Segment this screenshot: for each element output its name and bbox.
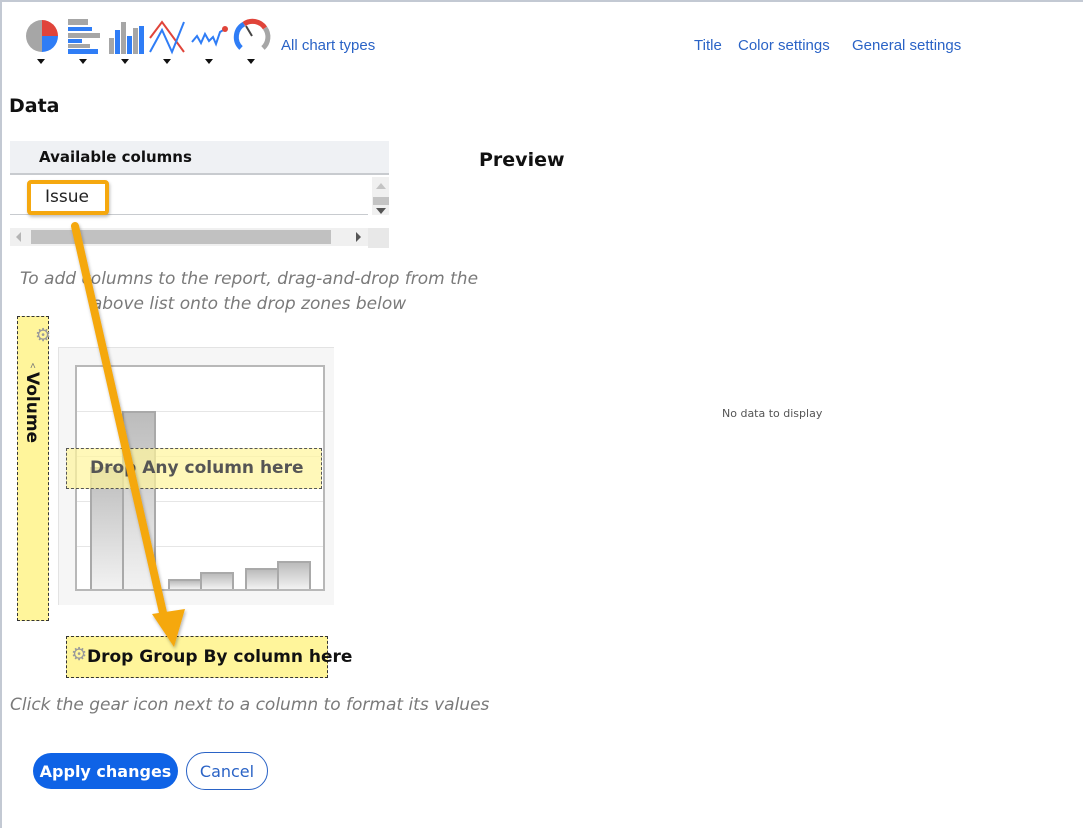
preview-heading: Preview	[479, 149, 565, 171]
cancel-button[interactable]: Cancel	[186, 752, 268, 790]
scroll-thumb[interactable]	[31, 230, 331, 244]
data-heading: Data	[9, 95, 60, 117]
column-item-issue[interactable]: Issue	[27, 180, 109, 215]
scroll-down-icon[interactable]	[376, 208, 386, 214]
x-axis-drop-label: Drop Any column here	[90, 458, 304, 478]
scroll-left-icon[interactable]	[16, 232, 21, 242]
y-axis-drop-zone[interactable]: ˄ Volume	[17, 316, 49, 621]
column-chart-icon	[109, 22, 144, 54]
gear-hint: Click the gear icon next to a column to …	[10, 695, 490, 715]
chart-type-line[interactable]	[148, 16, 188, 66]
pie-chart-icon	[26, 20, 58, 52]
chevron-down-icon[interactable]	[205, 59, 213, 64]
available-columns-header: Available columns	[10, 141, 389, 175]
list-item[interactable]: Issue	[10, 177, 368, 215]
title-link[interactable]: Title	[694, 37, 722, 54]
scroll-right-icon[interactable]	[356, 232, 361, 242]
chevron-down-icon[interactable]	[163, 59, 171, 64]
chevron-down-icon[interactable]	[247, 59, 255, 64]
all-chart-types-link[interactable]: All chart types	[281, 37, 375, 54]
group-by-drop-label: Drop Group By column here	[87, 647, 353, 667]
chart-type-column[interactable]	[106, 16, 146, 66]
color-settings-link[interactable]: Color settings	[738, 37, 830, 54]
chart-type-gauge[interactable]	[232, 16, 272, 66]
chart-type-bar[interactable]	[64, 16, 104, 66]
gear-icon[interactable]: ⚙	[71, 645, 87, 663]
y-axis-column-label[interactable]: Volume	[22, 372, 42, 443]
gear-icon[interactable]: ⚙	[35, 326, 51, 344]
chevron-down-icon[interactable]	[79, 59, 87, 64]
placeholder-bar	[200, 572, 234, 589]
placeholder-bar	[245, 568, 279, 589]
x-axis-drop-zone[interactable]: Drop Any column here	[66, 448, 322, 489]
apply-changes-button[interactable]: Apply changes	[33, 753, 178, 789]
available-columns-list: Available columns Issue	[10, 141, 389, 248]
sparkline-chart-icon	[191, 26, 228, 47]
group-by-drop-zone[interactable]: ⚙ Drop Group By column here	[66, 636, 352, 678]
general-settings-link[interactable]: General settings	[852, 37, 961, 54]
chart-type-pie[interactable]	[22, 16, 62, 66]
horizontal-bar-chart-icon	[68, 19, 100, 54]
available-columns-title: Available columns	[39, 148, 192, 166]
scroll-up-icon[interactable]	[376, 183, 386, 189]
no-data-message: No data to display	[722, 407, 823, 420]
gridline	[77, 411, 323, 412]
scroll-thumb[interactable]	[373, 197, 389, 205]
horizontal-scrollbar[interactable]	[10, 228, 368, 246]
vertical-scrollbar[interactable]	[372, 177, 389, 215]
line-chart-icon	[149, 20, 185, 55]
chart-type-sparkline[interactable]	[190, 16, 230, 66]
collapse-arrow-icon[interactable]: ˄	[30, 361, 36, 372]
placeholder-bar	[168, 579, 202, 589]
chevron-down-icon[interactable]	[37, 59, 45, 64]
gauge-chart-icon	[233, 18, 271, 50]
placeholder-bar	[122, 411, 156, 589]
placeholder-bar	[277, 561, 311, 589]
scrollbar-corner	[368, 228, 389, 248]
column-label: Issue	[45, 187, 89, 207]
drag-hint: To add columns to the report, drag-and-d…	[19, 269, 479, 314]
chevron-down-icon[interactable]	[121, 59, 129, 64]
